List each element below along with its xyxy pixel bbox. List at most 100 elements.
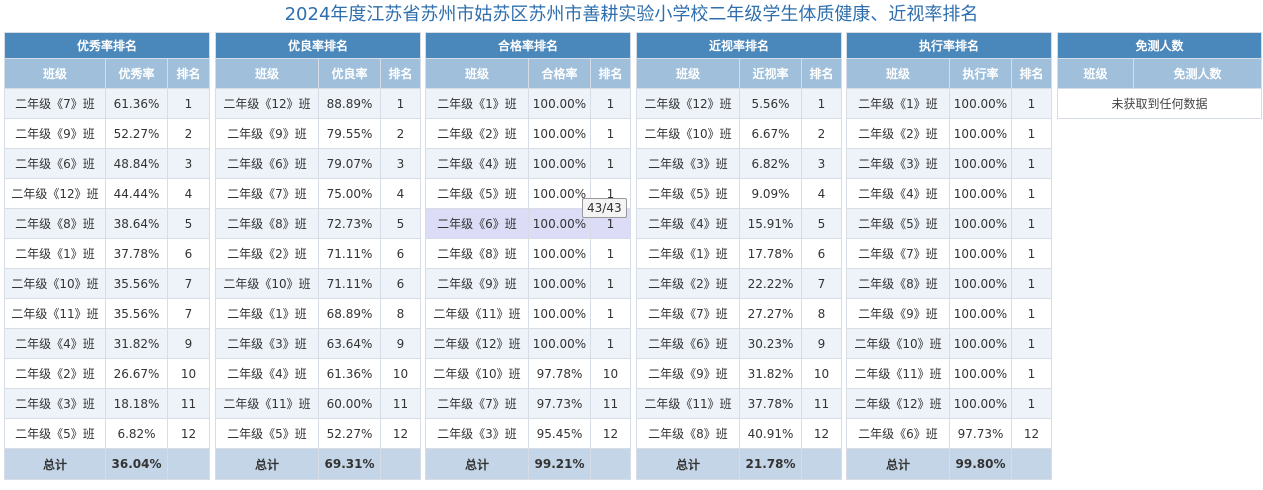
table-row[interactable]: 二年级《11》班 100.00% 1 (425, 298, 631, 329)
table-row[interactable]: 二年级《6》班 97.73% 12 (846, 418, 1052, 449)
table-row[interactable]: 二年级《12》班 100.00% 1 (425, 328, 631, 359)
column-header[interactable]: 班级 (846, 58, 950, 89)
rate-cell: 88.89% (318, 88, 381, 119)
table-row[interactable]: 二年级《5》班 9.09% 4 (636, 178, 842, 209)
rate-cell: 31.82% (105, 328, 168, 359)
column-header[interactable]: 执行率 (949, 58, 1012, 89)
table-row[interactable]: 二年级《8》班 38.64% 5 (4, 208, 210, 239)
table-row[interactable]: 二年级《12》班 88.89% 1 (215, 88, 421, 119)
table-row[interactable]: 二年级《8》班 40.91% 12 (636, 418, 842, 449)
table-row[interactable]: 二年级《4》班 15.91% 5 (636, 208, 842, 239)
rate-cell: 18.18% (105, 388, 168, 419)
table-row[interactable]: 二年级《2》班 71.11% 6 (215, 238, 421, 269)
column-header[interactable]: 排名 (801, 58, 842, 89)
rate-cell: 9.09% (739, 178, 802, 209)
table-row[interactable]: 二年级《11》班 35.56% 7 (4, 298, 210, 329)
column-header[interactable]: 免测人数 (1133, 58, 1262, 89)
table-row[interactable]: 二年级《10》班 97.78% 10 (425, 358, 631, 389)
table-row[interactable]: 二年级《10》班 35.56% 7 (4, 268, 210, 299)
rank-cell: 6 (380, 238, 421, 269)
table-row[interactable]: 二年级《6》班 79.07% 3 (215, 148, 421, 179)
table-row[interactable]: 二年级《2》班 22.22% 7 (636, 268, 842, 299)
table-row[interactable]: 二年级《4》班 31.82% 9 (4, 328, 210, 359)
table-row[interactable]: 二年级《3》班 18.18% 11 (4, 388, 210, 419)
rank-cell: 1 (1011, 178, 1052, 209)
table-row[interactable]: 二年级《4》班 100.00% 1 (425, 148, 631, 179)
table-row[interactable]: 二年级《5》班 52.27% 12 (215, 418, 421, 449)
class-name-cell: 二年级《11》班 (425, 298, 529, 329)
class-name-cell: 二年级《6》班 (215, 148, 319, 179)
table-row[interactable]: 二年级《8》班 100.00% 1 (425, 238, 631, 269)
table-row[interactable]: 二年级《1》班 68.89% 8 (215, 298, 421, 329)
rank-cell: 1 (1011, 88, 1052, 119)
rate-cell: 5.56% (739, 88, 802, 119)
table-row[interactable]: 二年级《1》班 17.78% 6 (636, 238, 842, 269)
table-row[interactable]: 二年级《1》班 37.78% 6 (4, 238, 210, 269)
table-row[interactable]: 二年级《8》班 100.00% 1 (846, 268, 1052, 299)
column-header[interactable]: 班级 (1057, 58, 1134, 89)
column-header[interactable]: 排名 (380, 58, 421, 89)
table-row[interactable]: 二年级《9》班 100.00% 1 (846, 298, 1052, 329)
rate-cell: 37.78% (739, 388, 802, 419)
table-row[interactable]: 二年级《6》班 48.84% 3 (4, 148, 210, 179)
table-row[interactable]: 二年级《2》班 100.00% 1 (846, 118, 1052, 149)
table-row[interactable]: 二年级《3》班 100.00% 1 (846, 148, 1052, 179)
table-row[interactable]: 二年级《9》班 52.27% 2 (4, 118, 210, 149)
column-header[interactable]: 班级 (425, 58, 529, 89)
column-header[interactable]: 优良率 (318, 58, 381, 89)
table-row[interactable]: 二年级《12》班 5.56% 1 (636, 88, 842, 119)
exempt-table-title: 免测人数 (1057, 32, 1262, 59)
total-label: 总计 (215, 448, 319, 480)
table-row[interactable]: 二年级《11》班 37.78% 11 (636, 388, 842, 419)
rate-cell: 100.00% (949, 88, 1012, 119)
table-row[interactable]: 二年级《2》班 100.00% 1 (425, 118, 631, 149)
table-row[interactable]: 二年级《3》班 6.82% 3 (636, 148, 842, 179)
table-row[interactable]: 二年级《10》班 100.00% 1 (846, 328, 1052, 359)
table-row[interactable]: 二年级《11》班 100.00% 1 (846, 358, 1052, 389)
table-row[interactable]: 二年级《5》班 6.82% 12 (4, 418, 210, 449)
total-value: 36.04% (105, 448, 168, 480)
table-row[interactable]: 二年级《12》班 44.44% 4 (4, 178, 210, 209)
column-header[interactable]: 班级 (4, 58, 106, 89)
table-row[interactable]: 二年级《11》班 60.00% 11 (215, 388, 421, 419)
table-row[interactable]: 二年级《4》班 100.00% 1 (846, 178, 1052, 209)
class-name-cell: 二年级《12》班 (4, 178, 106, 209)
column-header[interactable]: 优秀率 (105, 58, 168, 89)
table-row[interactable]: 二年级《10》班 71.11% 6 (215, 268, 421, 299)
table-row[interactable]: 二年级《7》班 100.00% 1 (846, 238, 1052, 269)
table-row[interactable]: 二年级《12》班 100.00% 1 (846, 388, 1052, 419)
table-row[interactable]: 二年级《9》班 31.82% 10 (636, 358, 842, 389)
column-header[interactable]: 班级 (215, 58, 319, 89)
table-row[interactable]: 二年级《5》班 100.00% 1 (846, 208, 1052, 239)
rank-cell: 6 (380, 268, 421, 299)
column-header[interactable]: 近视率 (739, 58, 802, 89)
table-row[interactable]: 二年级《1》班 100.00% 1 (425, 88, 631, 119)
total-value: 99.21% (528, 448, 591, 480)
table-row[interactable]: 二年级《1》班 100.00% 1 (846, 88, 1052, 119)
column-header[interactable]: 班级 (636, 58, 740, 89)
table-row[interactable]: 二年级《6》班 30.23% 9 (636, 328, 842, 359)
table-row[interactable]: 二年级《3》班 95.45% 12 (425, 418, 631, 449)
table-row[interactable]: 二年级《8》班 72.73% 5 (215, 208, 421, 239)
ranking-tables: 优秀率排名 班级 优秀率 排名 二年级《7》班 61.36% 1 二年级《9》班 52.27% 2… (0, 32, 1263, 482)
rank-cell: 8 (801, 298, 842, 329)
rank-cell: 1 (1011, 268, 1052, 299)
table-row[interactable]: 二年级《4》班 61.36% 10 (215, 358, 421, 389)
column-header[interactable]: 排名 (1011, 58, 1052, 89)
table-row[interactable]: 二年级《7》班 61.36% 1 (4, 88, 210, 119)
column-header[interactable]: 合格率 (528, 58, 591, 89)
table-row[interactable]: 二年级《3》班 63.64% 9 (215, 328, 421, 359)
table-row[interactable]: 二年级《7》班 75.00% 4 (215, 178, 421, 209)
table-row[interactable]: 二年级《7》班 27.27% 8 (636, 298, 842, 329)
class-name-cell: 二年级《8》班 (215, 208, 319, 239)
table-row[interactable]: 二年级《10》班 6.67% 2 (636, 118, 842, 149)
column-header[interactable]: 排名 (167, 58, 210, 89)
table-row[interactable]: 二年级《9》班 100.00% 1 (425, 268, 631, 299)
class-name-cell: 二年级《10》班 (4, 268, 106, 299)
table-row[interactable]: 二年级《2》班 26.67% 10 (4, 358, 210, 389)
table-row[interactable]: 二年级《7》班 97.73% 11 (425, 388, 631, 419)
class-name-cell: 二年级《9》班 (636, 358, 740, 389)
table-row[interactable]: 二年级《9》班 79.55% 2 (215, 118, 421, 149)
class-name-cell: 二年级《7》班 (215, 178, 319, 209)
column-header[interactable]: 排名 (590, 58, 631, 89)
